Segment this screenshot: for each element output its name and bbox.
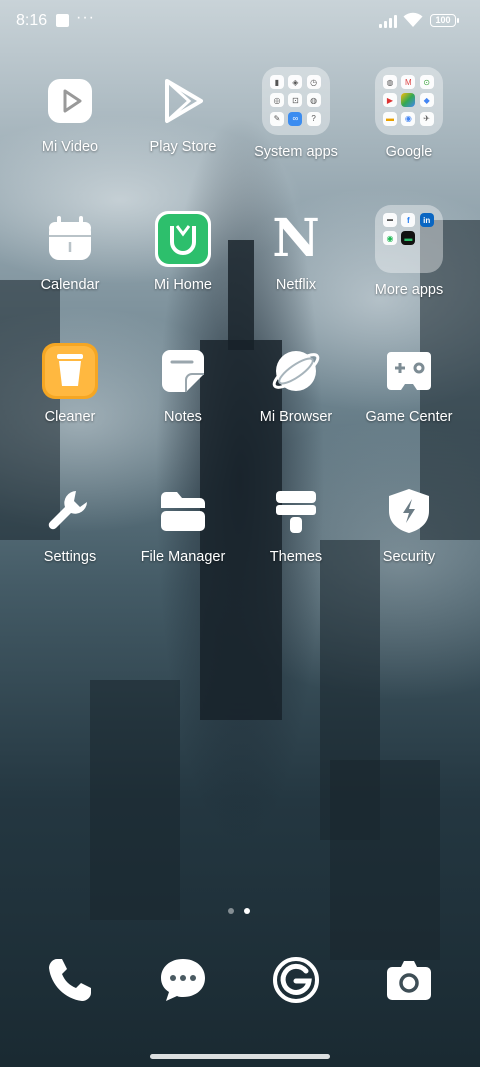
shield-icon (380, 482, 438, 540)
folder-system-apps[interactable]: ▮ ◈ ◷ ◎ ⊡ ◍ ✎ ∞? System apps (241, 67, 351, 160)
notes-icon (154, 342, 212, 400)
folder-more-apps[interactable]: ▬ f in ◉ ▬ More apps (354, 205, 464, 298)
folder-icon: ▮ ◈ ◷ ◎ ⊡ ◍ ✎ ∞? (262, 67, 330, 135)
folder-icon: ◍ M ⊙ ▶ ◆ ▬ ◉ ✈ (375, 67, 443, 135)
folder-icon: ▬ f in ◉ ▬ (375, 205, 443, 273)
app-game-center[interactable]: Game Center (354, 342, 464, 425)
dock-browser[interactable] (261, 955, 331, 1010)
app-label: Notes (164, 409, 202, 425)
app-notes[interactable]: Notes (128, 342, 238, 425)
app-label: Mi Video (41, 139, 99, 155)
page-dot (228, 908, 234, 914)
planet-icon (267, 342, 325, 400)
wallpaper-building (90, 680, 180, 920)
app-label: Cleaner (44, 409, 96, 425)
app-netflix[interactable]: N Netflix (241, 210, 351, 294)
app-label: More apps (374, 282, 444, 298)
netflix-glyph: N (272, 208, 320, 269)
calendar-icon (41, 210, 99, 268)
notification-icon (56, 14, 69, 27)
wallpaper-building (330, 760, 440, 960)
dock-phone[interactable] (35, 955, 105, 1010)
app-calendar[interactable]: Calendar (15, 210, 125, 293)
more-notifications-icon: ··· (76, 9, 95, 26)
battery-icon: 100 (430, 14, 459, 27)
app-settings[interactable]: Settings (15, 482, 125, 565)
home-gesture-bar[interactable] (150, 1054, 330, 1059)
app-mi-video[interactable]: Mi Video (15, 72, 125, 155)
app-label: Settings (43, 549, 97, 565)
gamepad-icon (380, 342, 438, 400)
wrench-icon (41, 482, 99, 540)
paint-brush-icon (267, 482, 325, 540)
phone-icon (49, 959, 91, 1001)
status-bar: 8:16 ··· 100 (0, 0, 480, 42)
app-themes[interactable]: Themes (241, 482, 351, 565)
play-circle-icon (41, 72, 99, 130)
app-label: System apps (254, 144, 338, 160)
app-mi-home[interactable]: Mi Home (128, 210, 238, 293)
app-play-store[interactable]: Play Store (128, 72, 238, 155)
app-label: Game Center (365, 409, 453, 425)
camera-icon (387, 961, 431, 1000)
trash-icon (41, 342, 99, 400)
g-browser-icon (273, 957, 319, 1003)
dock-camera[interactable] (374, 955, 444, 1010)
dock-messages[interactable] (148, 955, 218, 1010)
app-label: Calendar (40, 277, 100, 293)
app-label: Mi Home (153, 277, 212, 293)
app-cleaner[interactable]: Cleaner (15, 342, 125, 425)
app-label: Google (385, 144, 433, 160)
folder-google[interactable]: ◍ M ⊙ ▶ ◆ ▬ ◉ ✈ Google (354, 67, 464, 160)
mi-home-icon (154, 210, 212, 268)
signal-icon (379, 14, 399, 28)
netflix-icon: N (267, 210, 325, 268)
app-file-manager[interactable]: File Manager (128, 482, 238, 565)
clock: 8:16 (16, 12, 48, 29)
page-dot-active (244, 908, 250, 914)
app-label: File Manager (140, 549, 226, 565)
chat-bubble-icon (161, 959, 205, 1001)
app-label: Play Store (149, 139, 217, 155)
wifi-icon (403, 12, 423, 27)
app-label: Themes (269, 549, 323, 565)
app-security[interactable]: Security (354, 482, 464, 565)
app-label: Security (382, 549, 436, 565)
play-store-icon (154, 72, 212, 130)
app-label: Netflix (275, 277, 317, 293)
facebook-icon: f (401, 213, 416, 227)
app-mi-browser[interactable]: Mi Browser (241, 342, 351, 425)
linkedin-icon: in (419, 213, 434, 227)
app-label: Mi Browser (259, 409, 333, 425)
folder-icon (154, 482, 212, 540)
